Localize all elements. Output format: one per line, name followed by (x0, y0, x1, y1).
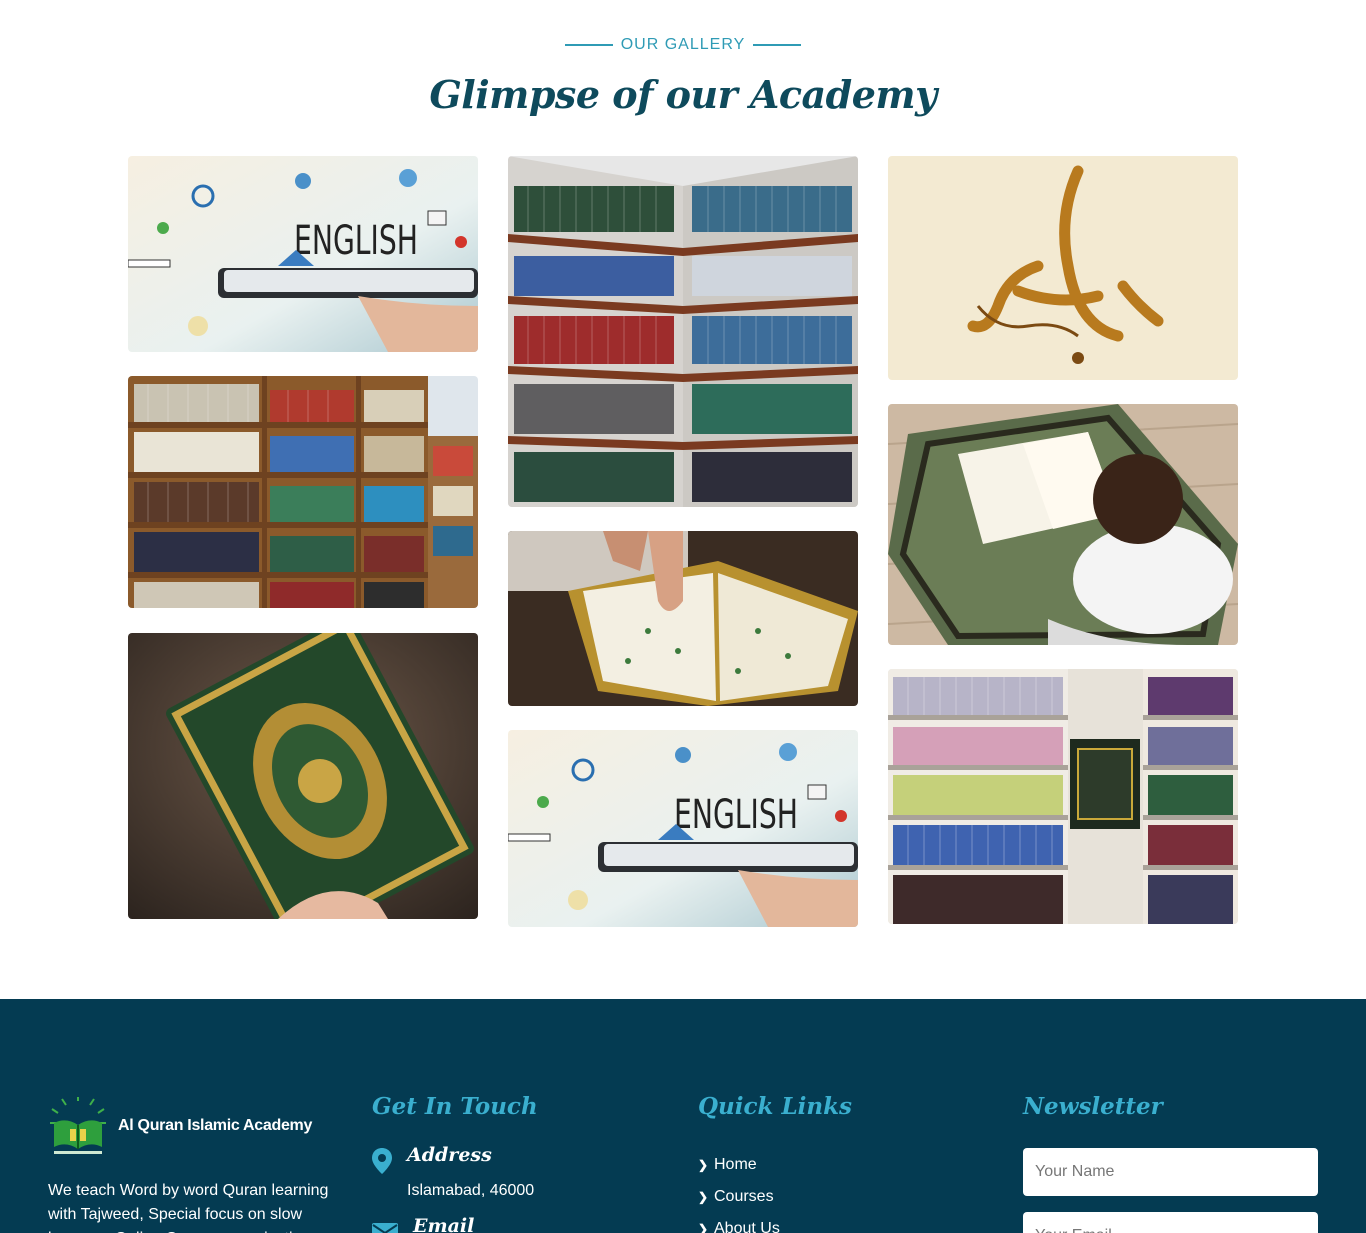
open-book-logo-icon (50, 1097, 106, 1154)
map-pin-icon (372, 1148, 392, 1174)
brand-name: Al Quran Islamic Academy (118, 1117, 313, 1134)
newsletter-name-input[interactable] (1023, 1148, 1318, 1196)
alhamdulillah-calligraphy-image[interactable] (888, 156, 1238, 380)
library-wooden-bookshelves-image[interactable] (128, 376, 478, 608)
green-gold-quran-cover-image[interactable] (128, 633, 478, 919)
quick-link-label: About Us (714, 1220, 780, 1233)
newsletter-title: Newsletter (1023, 1093, 1163, 1120)
quran-reading-hand-image[interactable] (508, 531, 858, 706)
footer-brand[interactable]: Al Quran Islamic Academy (48, 1095, 348, 1157)
quick-links-list: ❯ Home ❯ Courses ❯ About Us (698, 1149, 780, 1233)
quick-links-title: Quick Links (698, 1093, 852, 1120)
quick-link-home[interactable]: ❯ Home (698, 1149, 780, 1181)
english-learning-tablet-image-2[interactable]: ENGLISH (508, 730, 858, 927)
gallery-title: Glimpse of our Academy (429, 72, 937, 117)
gallery-section: OUR GALLERY Glimpse of our Academy ENGLI… (0, 0, 1366, 999)
quick-link-about-us[interactable]: ❯ About Us (698, 1213, 780, 1233)
chevron-right-icon: ❯ (698, 1222, 709, 1233)
quick-link-label: Home (714, 1156, 757, 1173)
footer-about-text: We teach Word by word Quran learning wit… (48, 1182, 329, 1233)
chevron-right-icon: ❯ (698, 1190, 709, 1204)
gallery-eyebrow: OUR GALLERY (0, 36, 1366, 54)
site-footer: Al Quran Islamic Academy We teach Word b… (0, 999, 1366, 1233)
newsletter-email-input[interactable] (1023, 1212, 1318, 1233)
email-label: Email (413, 1215, 475, 1233)
eyebrow-text: OUR GALLERY (620, 36, 746, 53)
svg-text:ENGLISH: ENGLISH (674, 792, 798, 838)
chevron-right-icon: ❯ (698, 1158, 709, 1172)
svg-text:ENGLISH: ENGLISH (294, 218, 418, 264)
library-shelves-with-posters-image[interactable] (888, 669, 1238, 924)
quick-link-label: Courses (714, 1188, 774, 1205)
library-corner-bookshelves-image[interactable] (508, 156, 858, 507)
boy-reading-quran-on-prayer-mat-image[interactable] (888, 404, 1238, 645)
envelope-icon (372, 1223, 398, 1233)
quick-link-courses[interactable]: ❯ Courses (698, 1181, 780, 1213)
address-value: Islamabad, 46000 (407, 1182, 535, 1199)
eyebrow-line-left (564, 43, 613, 46)
english-learning-tablet-image[interactable]: ENGLISH (128, 156, 478, 352)
eyebrow-line-right (753, 43, 802, 46)
get-in-touch-title: Get In Touch (372, 1093, 538, 1120)
address-label: Address (407, 1144, 492, 1166)
